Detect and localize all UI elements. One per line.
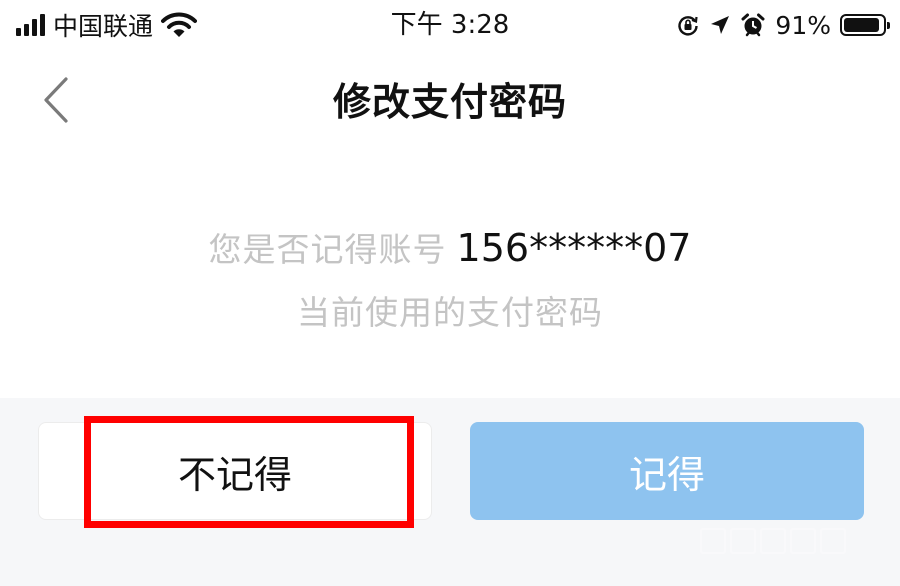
page-title: 修改支付密码 — [332, 80, 567, 124]
battery-icon — [840, 14, 890, 36]
prompt-line-2: 当前使用的支付密码 — [297, 293, 603, 332]
battery-level-fill — [844, 18, 879, 32]
watermark-logo — [700, 528, 860, 556]
prompt-question: 您是否记得账号 — [208, 230, 447, 269]
action-area: 不记得 记得 — [0, 398, 900, 586]
prompt-line-1: 您是否记得账号 156******07 — [0, 222, 900, 274]
battery-percent: 91% — [775, 10, 831, 40]
masked-account-number: 156******07 — [456, 226, 692, 270]
nav-bar: 修改支付密码 — [0, 60, 900, 144]
password-prompt: 您是否记得账号 156******07 当前使用的支付密码 — [0, 222, 900, 336]
location-arrow-icon — [709, 14, 731, 36]
remember-button[interactable]: 记得 — [470, 422, 864, 520]
alarm-clock-icon — [740, 12, 766, 38]
forget-button[interactable]: 不记得 — [38, 422, 432, 520]
status-bar-right: 91% — [676, 8, 890, 42]
status-bar: 中国联通 下午 3:28 91% — [0, 0, 900, 52]
orientation-lock-icon — [676, 13, 700, 37]
